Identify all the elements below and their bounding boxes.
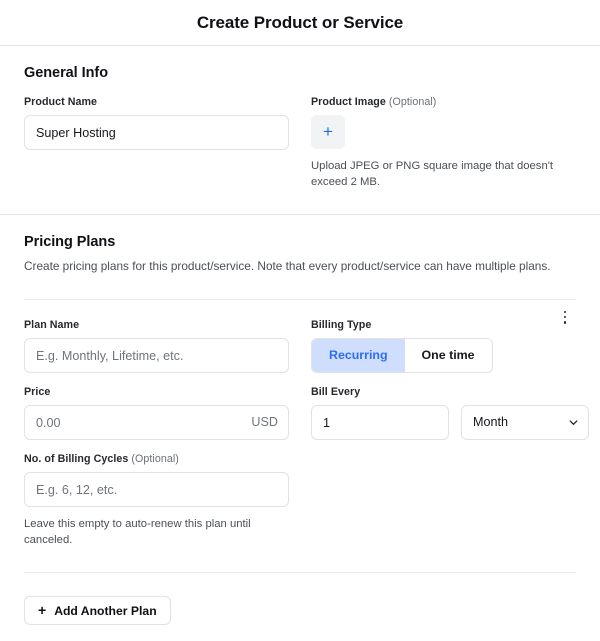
billing-type-segmented-control: Recurring One time bbox=[311, 338, 493, 374]
product-image-optional-tag: (Optional) bbox=[388, 96, 437, 108]
plus-icon: + bbox=[38, 602, 47, 619]
product-image-label-text: Product Image bbox=[311, 96, 386, 108]
add-another-plan-button[interactable]: + Add Another Plan bbox=[24, 596, 171, 626]
bill-every-field-group: Bill Every Month bbox=[289, 386, 589, 441]
page-title: Create Product or Service bbox=[196, 13, 404, 32]
billing-type-option-one-time[interactable]: One time bbox=[404, 339, 492, 373]
product-name-field-group: Product Name bbox=[24, 96, 289, 190]
price-field-group: Price USD bbox=[24, 386, 289, 441]
pricing-plans-heading: Pricing Plans bbox=[24, 234, 116, 251]
bill-every-unit-wrap: Month bbox=[461, 405, 589, 441]
billing-cycles-label: No. of Billing Cycles (Optional) bbox=[24, 453, 289, 465]
add-another-plan-label: Add Another Plan bbox=[54, 603, 157, 618]
general-info-heading: General Info bbox=[24, 65, 108, 81]
product-image-field-group: Product Image (Optional) + Upload JPEG o… bbox=[289, 96, 576, 190]
product-image-label: Product Image (Optional) bbox=[311, 96, 576, 108]
pricing-plan-item: Plan Name Billing Type Recurring One tim… bbox=[24, 300, 589, 572]
billing-cycles-optional-tag: (Optional) bbox=[131, 453, 179, 466]
pricing-plans-description: Create pricing plans for this product/se… bbox=[24, 259, 551, 274]
billing-cycles-input[interactable] bbox=[24, 472, 289, 508]
create-product-page: Create Product or Service General Info P… bbox=[0, 0, 600, 641]
price-input[interactable] bbox=[24, 405, 289, 441]
product-image-help-text: Upload JPEG or PNG square image that doe… bbox=[311, 160, 554, 189]
kebab-menu-icon[interactable] bbox=[554, 305, 576, 329]
billing-cycles-label-text: No. of Billing Cycles bbox=[24, 453, 129, 466]
product-name-label: Product Name bbox=[24, 96, 98, 108]
plus-icon: + bbox=[323, 122, 333, 141]
plan-name-label: Plan Name bbox=[24, 319, 80, 332]
billing-type-label: Billing Type bbox=[311, 319, 372, 332]
billing-cycles-spacer bbox=[289, 453, 576, 548]
product-name-input[interactable] bbox=[24, 115, 289, 150]
plan-row-name-billingtype: Plan Name Billing Type Recurring One tim… bbox=[24, 319, 576, 374]
bill-every-count-wrap bbox=[311, 405, 449, 441]
billing-cycles-help-text: Leave this empty to auto-renew this plan… bbox=[24, 518, 251, 547]
bill-every-label: Bill Every bbox=[311, 386, 361, 399]
billing-type-field-group: Billing Type Recurring One time bbox=[289, 319, 576, 374]
billing-cycles-field-group: No. of Billing Cycles (Optional) Leave t… bbox=[24, 453, 289, 548]
product-image-upload-button[interactable]: + bbox=[311, 115, 345, 149]
plan-row-price-billevery: Price USD Bill Every Month bbox=[24, 386, 589, 441]
bill-every-unit-select[interactable]: Month bbox=[461, 405, 589, 441]
pricing-plans-card: Pricing Plans Create pricing plans for t… bbox=[0, 215, 600, 641]
general-info-fields: Product Name Product Image (Optional) + … bbox=[24, 96, 576, 190]
general-info-card: General Info Product Name Product Image … bbox=[0, 45, 600, 216]
billing-type-option-recurring[interactable]: Recurring bbox=[312, 339, 405, 373]
plan-name-input[interactable] bbox=[24, 338, 289, 374]
plan-name-field-group: Plan Name bbox=[24, 319, 289, 374]
bill-every-count-input[interactable] bbox=[311, 405, 449, 441]
plan-row-billing-cycles: No. of Billing Cycles (Optional) Leave t… bbox=[24, 453, 576, 548]
add-plan-area: + Add Another Plan bbox=[24, 573, 576, 641]
price-label: Price bbox=[24, 386, 51, 399]
